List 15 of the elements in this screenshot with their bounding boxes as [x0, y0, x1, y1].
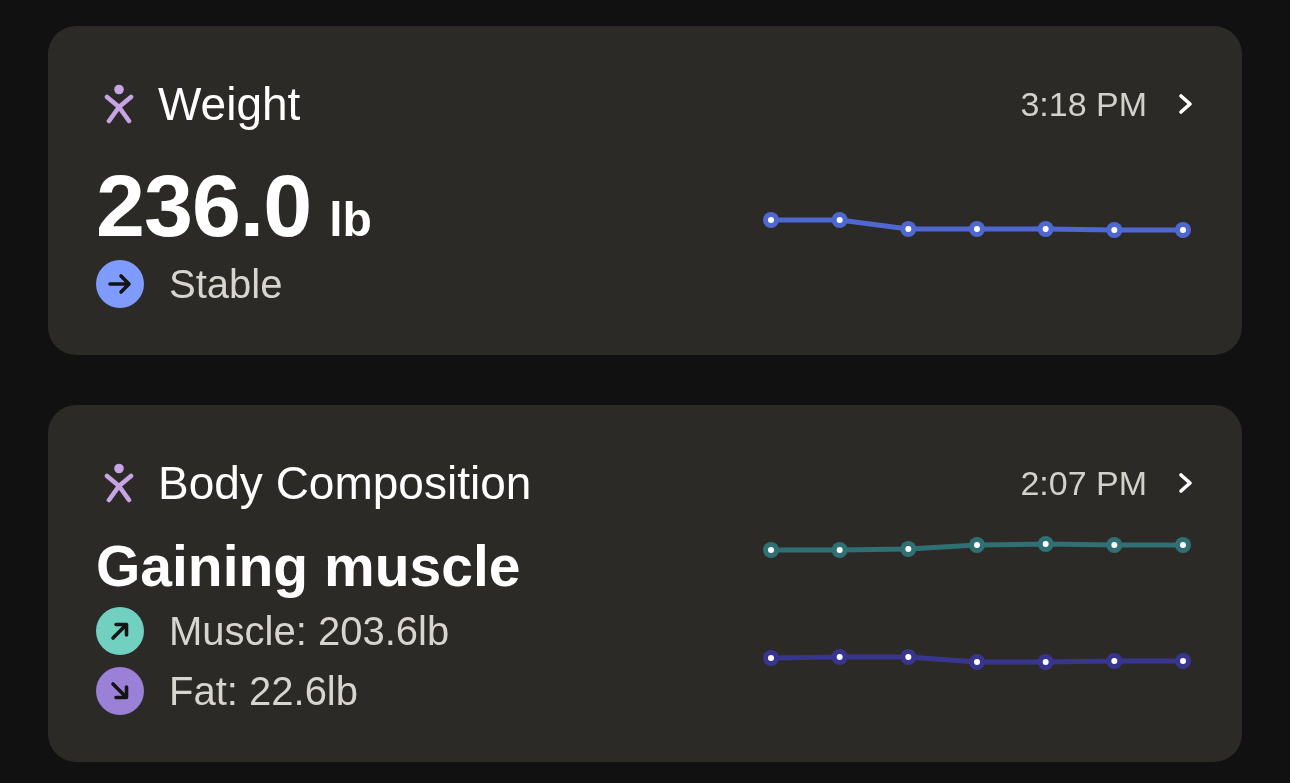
person-icon [104, 463, 134, 503]
chevron-right-icon[interactable] [1178, 93, 1193, 115]
trend-label: Fat: 22.6lb [169, 668, 358, 715]
card-title: Weight [158, 79, 301, 129]
timestamp: 2:07 PM [1020, 463, 1147, 504]
weight-value: 236.0 [96, 162, 312, 250]
unit-label: lb [329, 196, 372, 244]
summary-card[interactable]: Body Composition 2:07 PM Gaining muscle Muscle: 203.6lb Fat: 22.6lb [48, 405, 1242, 762]
card-title: Body Composition [158, 458, 532, 508]
person-icon [104, 84, 134, 124]
trend-label: Muscle: 203.6lb [169, 608, 450, 655]
trend-label: Stable [169, 261, 283, 308]
timestamp: 3:18 PM [1020, 84, 1147, 125]
chevron-right-icon[interactable] [1178, 472, 1193, 494]
summary-card[interactable]: Weight 3:18 PM 236.0 lb Stable [48, 26, 1242, 355]
